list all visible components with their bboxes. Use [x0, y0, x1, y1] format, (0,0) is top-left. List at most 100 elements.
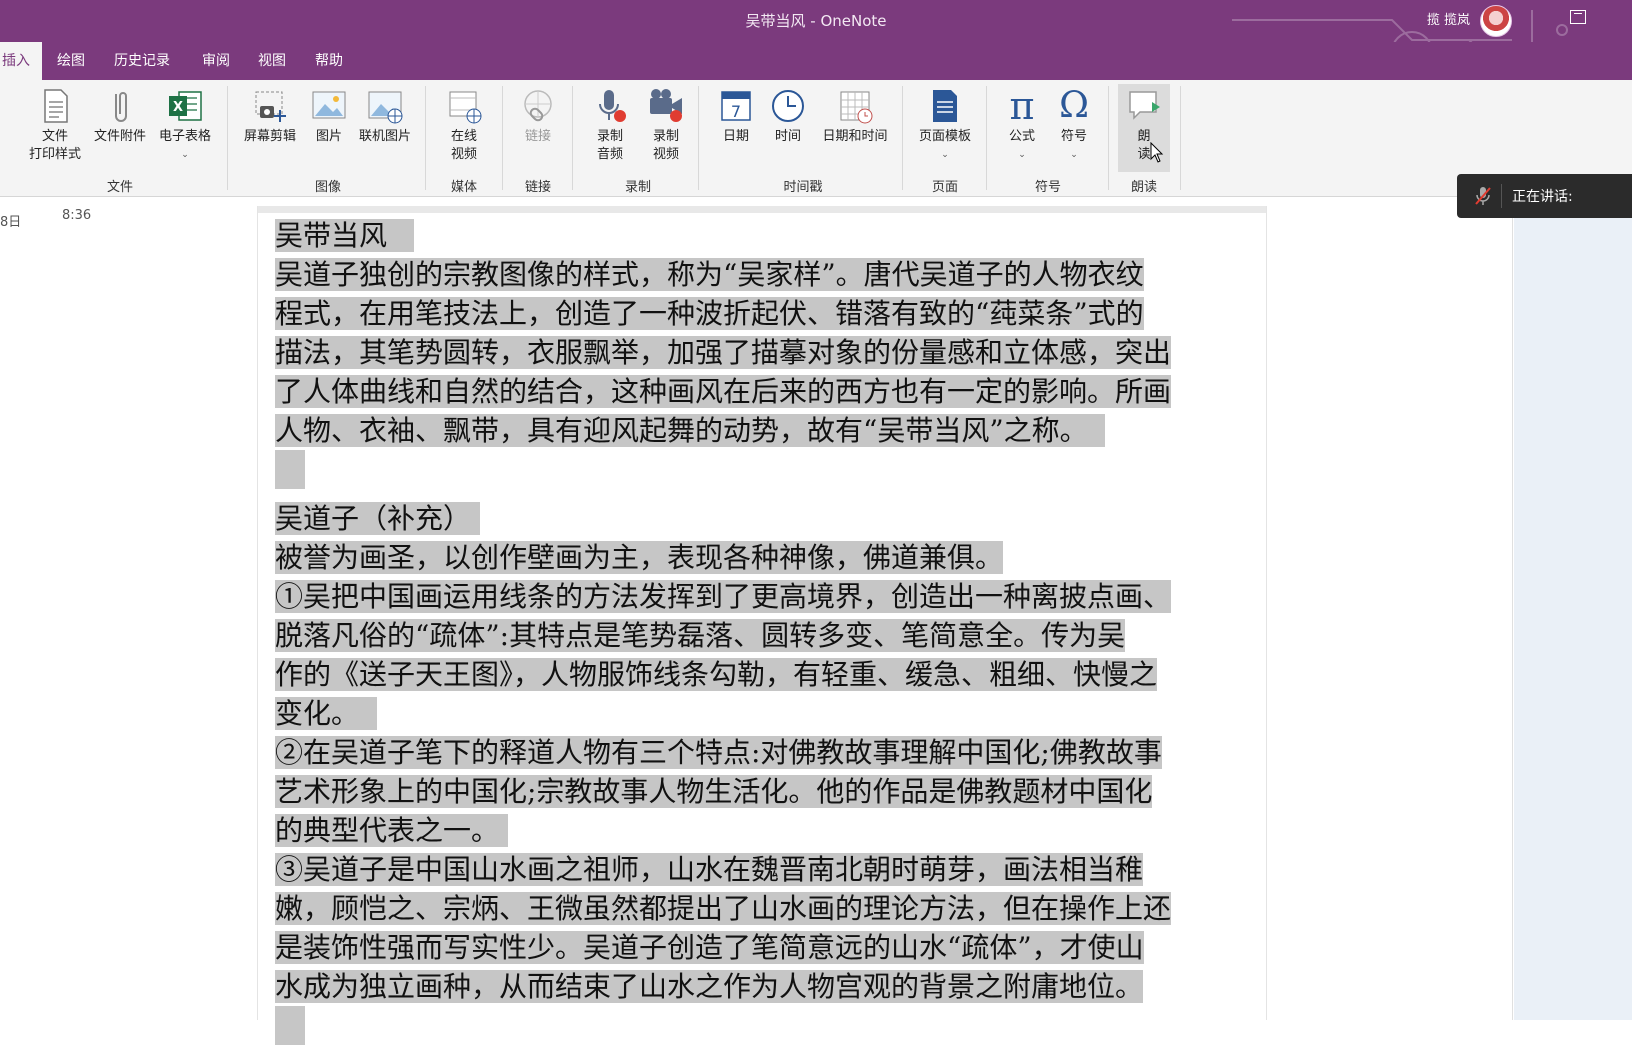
equation-label: 公式 — [1008, 129, 1035, 144]
picture-button[interactable]: 图片 — [306, 86, 352, 146]
note-line: 的典型代表之一。 — [275, 814, 500, 847]
time-label: 时间 — [774, 129, 801, 144]
user-name[interactable]: 揽 揽岚 — [1427, 9, 1470, 28]
spreadsheet-label: 电子表格 — [158, 129, 211, 144]
pi-icon: π — [1009, 84, 1035, 128]
note-line: 艺术形象上的中国化;宗教故事人物生活化。他的作品是佛教题材中国化 — [275, 775, 1153, 808]
group-separator — [572, 86, 573, 190]
picture-label: 图片 — [315, 129, 342, 144]
note-line: 了人体曲线和自然的结合，这种画风在后来的西方也有一定的影响。所画 — [275, 375, 1172, 408]
online-video-icon — [444, 86, 484, 126]
tab-draw[interactable]: 绘图 — [57, 50, 85, 70]
screen-clipping-button[interactable]: 屏幕剪辑 — [238, 86, 302, 146]
spreadsheet-button[interactable]: X 电子表格 ⌄ — [152, 86, 218, 164]
symbol-label: 符号 — [1060, 129, 1087, 144]
calendar-day: 7 — [731, 102, 741, 121]
note-container-handle[interactable] — [258, 206, 1266, 213]
file-attachment-button[interactable]: 文件附件 — [88, 86, 152, 146]
calendar-icon: 7 — [716, 86, 756, 126]
time-button[interactable]: 时间 — [762, 86, 814, 146]
file-printout-label: 文件 — [41, 129, 68, 144]
note-line: 变化。 — [275, 697, 360, 730]
tab-history[interactable]: 历史记录 — [114, 50, 170, 70]
note-line: 人物、衣袖、飘带，具有迎风起舞的动势，故有“吴带当风”之称。 — [275, 414, 1088, 447]
document-icon — [35, 86, 75, 126]
note-line: ③吴道子是中国山水画之祖师，山水在魏晋南北朝时萌芽，画法相当稚 — [275, 853, 1144, 886]
online-video-label-2: 视频 — [450, 147, 477, 162]
tab-help[interactable]: 帮助 — [315, 50, 343, 70]
online-video-label: 在线 — [450, 129, 477, 144]
avatar[interactable] — [1480, 5, 1512, 37]
calendar-grid-icon — [835, 86, 875, 126]
group-separator — [502, 86, 503, 190]
online-picture-icon — [365, 86, 405, 126]
page-templates-button[interactable]: 页面模板 ⌄ — [912, 86, 978, 164]
tab-insert[interactable]: 插入 — [0, 42, 42, 80]
page-date: 8日 — [0, 215, 22, 230]
note-line: 脱落凡俗的“疏体”:其特点是笔势磊落、圆转多变、笔简意全。传为吴 — [275, 619, 1126, 652]
group-timestamp-label: 时间戳 — [783, 180, 823, 195]
note-title: 吴带当风 — [275, 216, 1260, 255]
chevron-down-icon: ⌄ — [1018, 150, 1026, 160]
muted-microphone-icon — [1475, 187, 1491, 205]
screen-clipping-icon — [250, 86, 290, 126]
group-symbols-label: 符号 — [1034, 180, 1061, 195]
note-line: ②在吴道子笔下的释道人物有三个特点:对佛教故事理解中国化;佛教故事 — [275, 736, 1162, 769]
tab-review[interactable]: 审阅 — [202, 50, 230, 70]
empty-line — [275, 450, 305, 489]
online-picture-button[interactable]: 联机图片 — [352, 86, 418, 146]
tab-view[interactable]: 视图 — [258, 50, 286, 70]
symbol-button[interactable]: Ω 符号 ⌄ — [1048, 86, 1100, 164]
page-margin — [0, 197, 250, 1020]
ribbon-tabs: 插入 绘图 历史记录 审阅 视图 帮助 — [0, 42, 1632, 80]
record-audio-button[interactable]: 录制 音频 — [582, 86, 638, 164]
file-printout-label-2: 打印样式 — [28, 147, 81, 162]
mouse-cursor-icon — [1150, 142, 1164, 163]
date-button[interactable]: 7 日期 — [710, 86, 762, 146]
note-line: 嫩，顾恺之、宗炳、王微虽然都提出了山水画的理论方法，但在操作上还 — [275, 892, 1172, 925]
record-audio-label: 录制 — [596, 129, 623, 144]
microphone-icon — [590, 86, 630, 126]
note-subtitle: 吴道子（补充） — [275, 499, 1260, 538]
note-line: 吴道子（补充） — [275, 502, 472, 535]
page-time: 8:36 — [62, 208, 92, 223]
group-read-label: 朗读 — [1130, 180, 1157, 195]
record-video-button[interactable]: 录制 视频 — [638, 86, 694, 164]
restore-window-icon[interactable] — [1570, 10, 1586, 24]
note-line: 作的《送子天王图》，人物服饰线条勾勒，有轻重、缓急、粗细、快慢之 — [275, 658, 1158, 691]
note-body[interactable]: 吴带当风 吴道子独创的宗教图像的样式，称为“吴家样”。唐代吴道子的人物衣纹 程式… — [275, 216, 1260, 1055]
note-line: 水成为独立画种，从而结束了山水之作为人物宫观的背景之附庸地位。 — [275, 970, 1144, 1003]
chevron-down-icon: ⌄ — [941, 150, 949, 160]
omega-icon: Ω — [1059, 85, 1089, 126]
speaking-indicator: 正在讲话: — [1457, 174, 1632, 218]
page-list-pane[interactable] — [1514, 197, 1632, 1020]
svg-text:X: X — [173, 100, 183, 115]
online-video-button[interactable]: 在线 视频 — [434, 86, 494, 164]
note-line: 描法，其笔势圆转，衣服飘举，加强了描摹对象的份量感和立体感，突出 — [275, 336, 1172, 369]
excel-icon: X — [165, 86, 205, 126]
note-line: 程式，在用笔技法上，创造了一种波折起伏、错落有致的“莼菜条”式的 — [275, 297, 1144, 330]
screen-clipping-label: 屏幕剪辑 — [243, 129, 296, 144]
speaking-label: 正在讲话: — [1512, 189, 1573, 205]
link-label: 链接 — [524, 129, 551, 144]
link-button[interactable]: 链接 — [512, 86, 564, 146]
date-label: 日期 — [722, 129, 749, 144]
group-file-label: 文件 — [106, 180, 133, 195]
note-line: 被誉为画圣，以创作壁画为主，表现各种神像，佛道兼俱。 — [275, 541, 1004, 574]
file-printout-button[interactable]: 文件 打印样式 — [22, 86, 88, 164]
date-and-time-label: 日期和时间 — [822, 129, 888, 144]
group-separator — [902, 86, 903, 190]
equation-button[interactable]: π 公式 ⌄ — [996, 86, 1048, 164]
empty-line — [275, 1006, 305, 1045]
paperclip-icon — [100, 86, 140, 126]
date-and-time-button[interactable]: 日期和时间 — [814, 86, 896, 146]
group-separator — [986, 86, 987, 190]
clock-icon — [768, 86, 808, 126]
record-audio-label-2: 音频 — [596, 147, 623, 162]
group-recording-label: 录制 — [624, 180, 651, 195]
group-separator — [698, 86, 699, 190]
record-video-label-2: 视频 — [652, 147, 679, 162]
note-line: 吴道子独创的宗教图像的样式，称为“吴家样”。唐代吴道子的人物衣纹 — [275, 258, 1144, 291]
window-title: 吴带当风 - OneNote — [745, 12, 887, 30]
note-line: ①吴把中国画运用线条的方法发挥到了更高境界，创造出一种离披点画、 — [275, 580, 1172, 613]
